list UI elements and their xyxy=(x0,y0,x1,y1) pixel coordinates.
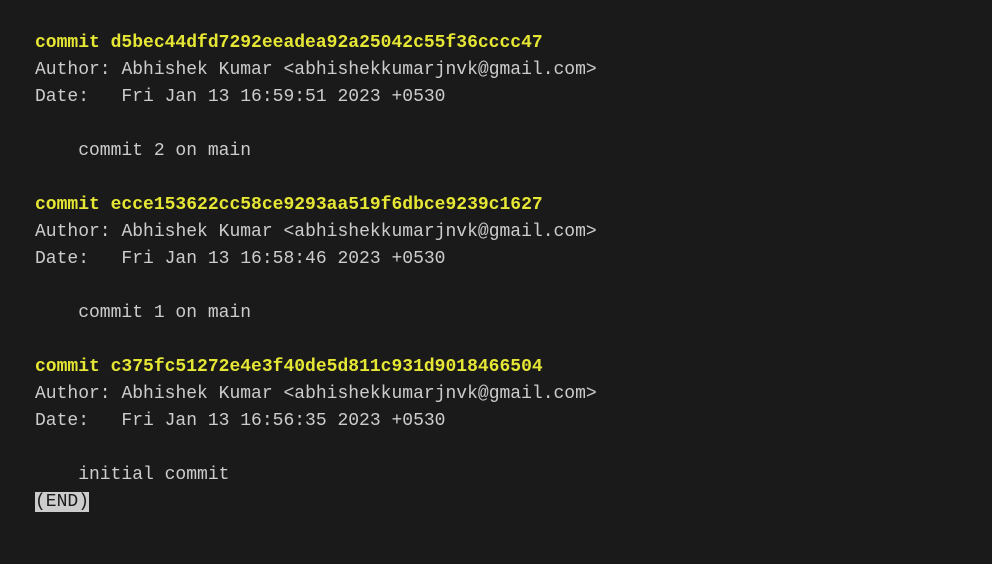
author-label: Author: xyxy=(35,222,111,242)
commit-label: commit xyxy=(35,33,100,53)
date-label: Date: xyxy=(35,411,89,431)
pager-end-line: (END) xyxy=(35,489,957,516)
commit-entry: commit d5bec44dfd7292eeadea92a25042c55f3… xyxy=(35,30,957,165)
date-value: Fri Jan 13 16:59:51 2023 +0530 xyxy=(121,87,445,107)
git-log-output: commit d5bec44dfd7292eeadea92a25042c55f3… xyxy=(35,30,957,516)
commit-hash: d5bec44dfd7292eeadea92a25042c55f36cccc47 xyxy=(111,33,543,53)
author-value: Abhishek Kumar <abhishekkumarjnvk@gmail.… xyxy=(121,222,596,242)
date-line: Date: Fri Jan 13 16:59:51 2023 +0530 xyxy=(35,84,957,111)
commit-header-line: commit ecce153622cc58ce9293aa519f6dbce92… xyxy=(35,192,957,219)
author-value: Abhishek Kumar <abhishekkumarjnvk@gmail.… xyxy=(121,384,596,404)
end-marker: (END) xyxy=(35,492,89,512)
date-line: Date: Fri Jan 13 16:56:35 2023 +0530 xyxy=(35,408,957,435)
author-label: Author: xyxy=(35,384,111,404)
date-line: Date: Fri Jan 13 16:58:46 2023 +0530 xyxy=(35,246,957,273)
date-value: Fri Jan 13 16:58:46 2023 +0530 xyxy=(121,249,445,269)
date-label: Date: xyxy=(35,87,89,107)
commit-message: commit 2 on main xyxy=(35,138,957,165)
blank-line xyxy=(35,435,957,462)
commit-header-line: commit c375fc51272e4e3f40de5d811c931d901… xyxy=(35,354,957,381)
author-value: Abhishek Kumar <abhishekkumarjnvk@gmail.… xyxy=(121,60,596,80)
commit-message: commit 1 on main xyxy=(35,300,957,327)
commit-label: commit xyxy=(35,195,100,215)
commit-entry: commit ecce153622cc58ce9293aa519f6dbce92… xyxy=(35,192,957,327)
commit-message: initial commit xyxy=(35,462,957,489)
commit-hash: c375fc51272e4e3f40de5d811c931d9018466504 xyxy=(111,357,543,377)
commit-header-line: commit d5bec44dfd7292eeadea92a25042c55f3… xyxy=(35,30,957,57)
blank-line xyxy=(35,111,957,138)
commit-entry: commit c375fc51272e4e3f40de5d811c931d901… xyxy=(35,354,957,489)
commit-label: commit xyxy=(35,357,100,377)
author-line: Author: Abhishek Kumar <abhishekkumarjnv… xyxy=(35,381,957,408)
blank-line xyxy=(35,273,957,300)
date-value: Fri Jan 13 16:56:35 2023 +0530 xyxy=(121,411,445,431)
author-line: Author: Abhishek Kumar <abhishekkumarjnv… xyxy=(35,219,957,246)
commit-hash: ecce153622cc58ce9293aa519f6dbce9239c1627 xyxy=(111,195,543,215)
date-label: Date: xyxy=(35,249,89,269)
author-line: Author: Abhishek Kumar <abhishekkumarjnv… xyxy=(35,57,957,84)
author-label: Author: xyxy=(35,60,111,80)
